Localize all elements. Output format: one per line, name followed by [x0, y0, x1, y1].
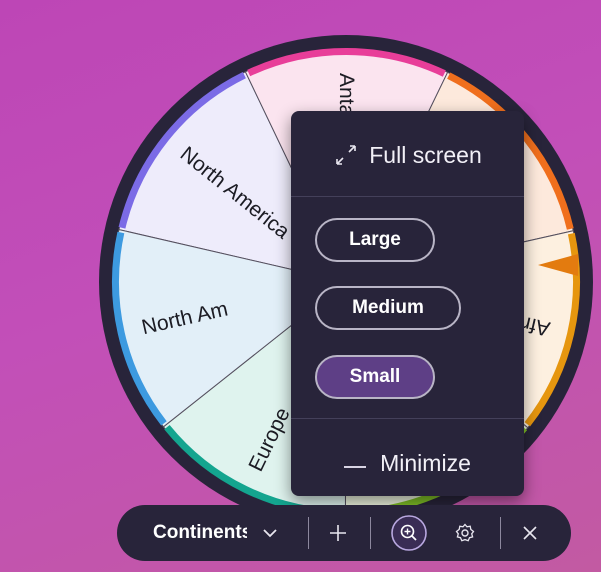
zoom-button[interactable] — [390, 514, 428, 552]
minimize-menu-item[interactable]: Minimize — [291, 441, 524, 485]
wheel-toolbar: Continents — [117, 505, 571, 561]
close-icon — [523, 526, 537, 540]
wheel-pointer — [538, 254, 578, 276]
plus-icon — [330, 525, 346, 541]
size-small-button[interactable]: Small — [315, 355, 435, 399]
close-button[interactable] — [515, 518, 545, 548]
minimize-label: Minimize — [380, 449, 471, 476]
settings-button[interactable] — [450, 518, 480, 548]
toolbar-separator — [500, 517, 501, 549]
size-large-button[interactable]: Large — [315, 218, 435, 262]
add-wheel-button[interactable] — [322, 517, 354, 549]
size-menu: Full screen Large Medium Small Minimize — [291, 111, 524, 496]
fullscreen-label: Full screen — [369, 141, 482, 168]
wheel-select[interactable]: Continents — [153, 505, 281, 561]
zoom-in-icon — [391, 515, 427, 551]
minimize-icon — [344, 466, 367, 468]
toolbar-separator — [308, 517, 309, 549]
expand-arrows-icon — [336, 145, 357, 165]
gear-icon — [455, 523, 475, 542]
menu-divider — [291, 418, 524, 419]
fullscreen-menu-item[interactable]: Full screen — [291, 133, 524, 177]
wheel-name: Continents — [153, 522, 247, 543]
size-medium-button[interactable]: Medium — [315, 286, 461, 330]
menu-divider — [291, 196, 524, 197]
toolbar-separator — [370, 517, 371, 549]
chevron-down-icon — [263, 529, 277, 538]
